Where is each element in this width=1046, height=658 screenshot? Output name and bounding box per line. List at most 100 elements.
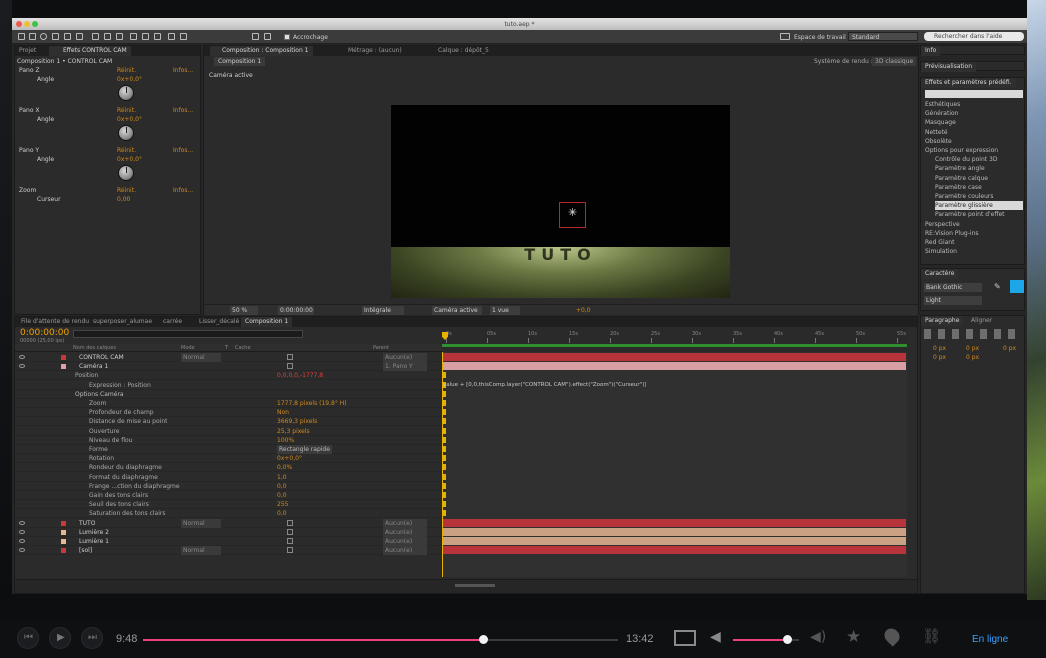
- views-count-select[interactable]: 1 vue: [490, 306, 520, 315]
- timeline-row-19[interactable]: Lumière 2 Aucun(e): [15, 527, 442, 537]
- layer-color-label[interactable]: [61, 539, 66, 544]
- effects-search-input[interactable]: [925, 90, 1023, 98]
- effects-category-11[interactable]: Paramètre glissière: [935, 201, 1023, 211]
- work-area-bar[interactable]: [442, 344, 907, 347]
- visibility-eye-icon[interactable]: [19, 520, 25, 525]
- effect-name-3[interactable]: Zoom: [19, 186, 36, 195]
- property-value[interactable]: 0,0: [277, 482, 287, 491]
- font-family-select[interactable]: Bank Gothic: [924, 283, 982, 292]
- visibility-eye-icon[interactable]: [19, 529, 25, 534]
- timeline-row-11[interactable]: Rotation 0x+0,0°: [15, 454, 442, 464]
- keyframe-marker[interactable]: [443, 455, 446, 462]
- layer-duration-bar[interactable]: [442, 546, 906, 555]
- effect-value-2[interactable]: 0x+0,0°: [117, 155, 142, 164]
- volume-slider[interactable]: [733, 635, 799, 644]
- tab-layer[interactable]: Calque : dépôt_5: [434, 46, 493, 56]
- online-status[interactable]: En ligne: [972, 634, 1008, 645]
- visibility-eye-icon[interactable]: [19, 364, 25, 369]
- layer-color-label[interactable]: [61, 548, 66, 554]
- camera-tool-icon[interactable]: [64, 33, 71, 40]
- effects-category-3[interactable]: Netteté: [925, 128, 1023, 137]
- effects-category-9[interactable]: Paramètre case: [935, 183, 1023, 192]
- effects-category-4[interactable]: Obsolète: [925, 137, 1023, 146]
- property-value[interactable]: 0,0,0,0,-1777,8: [277, 371, 323, 380]
- layer-search-input[interactable]: [73, 330, 303, 338]
- effects-category-1[interactable]: Génération: [925, 109, 1023, 118]
- expression-field[interactable]: value + [0,0,thisComp.layer("CONTROL CAM…: [443, 381, 646, 390]
- resolution-select[interactable]: Intégrale: [362, 306, 404, 315]
- header-parent[interactable]: Parent: [373, 344, 389, 352]
- effects-category-14[interactable]: RE:Vision Plug-ins: [925, 229, 1023, 238]
- keyframe-marker[interactable]: [443, 482, 446, 489]
- pen-tool-icon[interactable]: [104, 33, 111, 40]
- effect-value-1[interactable]: 0x+0,0°: [117, 115, 142, 124]
- timeline-row-6[interactable]: Profondeur de champ Non: [15, 408, 442, 418]
- indent-first[interactable]: 0 px: [1003, 344, 1016, 353]
- timeline-tab-3[interactable]: Lisser_décalé: [195, 317, 243, 327]
- layer-parent-select[interactable]: Aucun(e): [383, 537, 427, 546]
- property-value[interactable]: 255: [277, 500, 288, 509]
- brush-tool-icon[interactable]: [130, 33, 137, 40]
- layer-name[interactable]: TUTO: [79, 519, 95, 528]
- timeline-row-17[interactable]: Saturation des tons clairs 0,0: [15, 509, 442, 519]
- composition-button[interactable]: Composition 1: [214, 57, 266, 66]
- keyframe-marker[interactable]: [443, 436, 446, 443]
- selection-tool-icon[interactable]: [18, 33, 25, 40]
- location-icon[interactable]: [881, 625, 903, 647]
- eraser-tool-icon[interactable]: [154, 33, 161, 40]
- tab-effects-presets[interactable]: Effets et paramètres prédéfi.: [921, 78, 1016, 88]
- font-style-select[interactable]: Light: [924, 296, 982, 305]
- layer-mode-select[interactable]: Normal: [181, 518, 221, 528]
- previous-button[interactable]: ⏮: [17, 627, 39, 649]
- timeline-tab-1[interactable]: superposer_alumae: [89, 317, 156, 327]
- timeline-tab-0[interactable]: File d'attente de rendu: [17, 317, 93, 327]
- angle-dial-0[interactable]: [118, 85, 134, 101]
- effect-name-1[interactable]: Pano X: [19, 106, 40, 115]
- timeline-row-1[interactable]: Caméra 1 1. Pano Y: [15, 362, 442, 372]
- keyframe-marker[interactable]: [443, 427, 446, 434]
- rectangle-tool-icon[interactable]: [92, 33, 99, 40]
- light-handle[interactable]: ✳: [559, 202, 586, 228]
- layer-parent-select[interactable]: Aucun(e): [383, 353, 427, 362]
- shy-switch-icon[interactable]: [287, 354, 293, 360]
- header-cache[interactable]: Cache: [235, 344, 251, 352]
- star-icon[interactable]: ★: [846, 627, 861, 647]
- viewer-timecode[interactable]: 0:00:00:00: [278, 306, 314, 315]
- tab-composition[interactable]: Composition : Composition 1: [210, 46, 313, 56]
- visibility-eye-icon[interactable]: [19, 355, 25, 359]
- keyframe-marker[interactable]: [443, 492, 446, 498]
- angle-dial-2[interactable]: [118, 165, 134, 181]
- zoom-select[interactable]: 50 %: [230, 306, 258, 315]
- timeline-row-18[interactable]: TUTO Normal Aucun(e): [15, 518, 442, 528]
- timeline-row-16[interactable]: Seuil des tons clairs 255: [15, 500, 442, 510]
- tab-align[interactable]: Aligner: [967, 316, 996, 326]
- timeline-row-2[interactable]: Position 0,0,0,0,-1777,8: [15, 371, 442, 381]
- layer-color-label[interactable]: [61, 355, 66, 360]
- effect-info-0[interactable]: Infos...: [173, 66, 193, 75]
- timeline-row-20[interactable]: Lumière 1 Aucun(e): [15, 537, 442, 546]
- renderer-value[interactable]: 3D classique: [872, 57, 917, 66]
- shy-switch-icon[interactable]: [287, 538, 293, 544]
- property-value[interactable]: 3669,3 pixels: [277, 417, 317, 426]
- header-mode[interactable]: Mode: [181, 344, 195, 352]
- eyedropper-icon[interactable]: ✎: [994, 282, 1001, 291]
- property-value[interactable]: 0,0: [277, 509, 287, 518]
- indent-right[interactable]: 0 px: [966, 344, 979, 353]
- layer-parent-select[interactable]: Aucun(e): [383, 527, 427, 537]
- layer-parent-select[interactable]: Aucun(e): [383, 546, 427, 556]
- visibility-eye-icon[interactable]: [19, 539, 25, 543]
- header-t[interactable]: T: [225, 344, 228, 352]
- current-time[interactable]: 0:00:00:00: [20, 328, 69, 338]
- layer-color-label[interactable]: [61, 364, 66, 370]
- next-button[interactable]: ⏭: [81, 627, 103, 649]
- tab-project[interactable]: Projet: [15, 46, 40, 56]
- timeline-row-14[interactable]: Frange ...ction du diaphragme 0,0: [15, 482, 442, 491]
- time-ruler[interactable]: 0s 05s 10s 15s 20s 25s 30s 35s 40s 45s 50s 55s: [442, 328, 907, 352]
- layer-duration-bar[interactable]: [442, 353, 906, 361]
- angle-dial-1[interactable]: [118, 125, 134, 141]
- effect-info-3[interactable]: Infos...: [173, 186, 193, 195]
- timeline-row-0[interactable]: CONTROL CAM Normal Aucun(e): [15, 353, 442, 362]
- volume-handle[interactable]: [783, 635, 793, 644]
- play-button[interactable]: ▶: [49, 627, 71, 649]
- keyframe-marker[interactable]: [443, 473, 446, 480]
